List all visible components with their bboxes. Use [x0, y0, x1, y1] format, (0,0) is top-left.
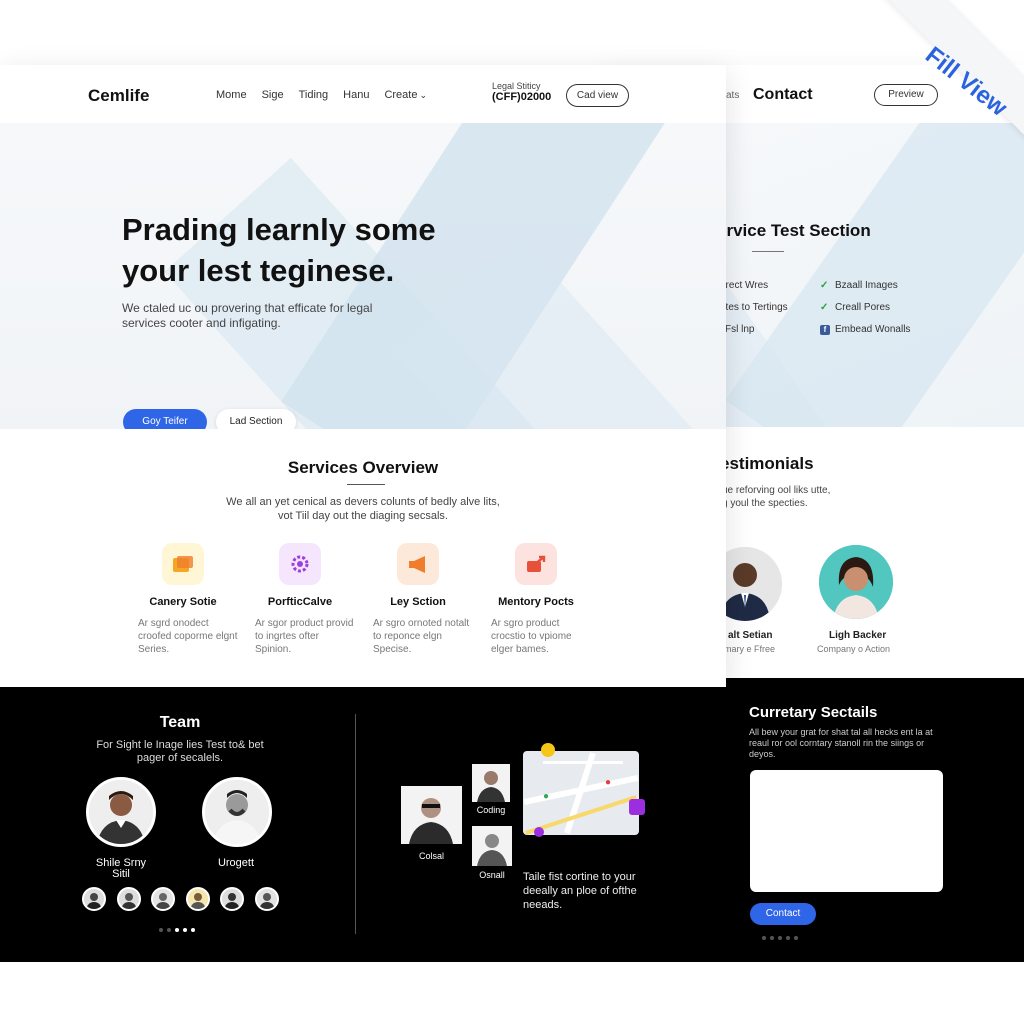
curatory-carousel-dots[interactable]	[762, 936, 798, 940]
dark-bottom-section: Team For Sight le Inage lies Test to& be…	[0, 687, 1024, 962]
team-photo-card[interactable]	[472, 764, 510, 802]
title-divider	[752, 251, 784, 252]
testimonial-role: Company o Action	[817, 644, 891, 654]
team-thumbnail[interactable]	[117, 887, 141, 911]
team-member-name: Urogett	[217, 857, 255, 869]
section-divider	[355, 714, 356, 934]
team-photo-card[interactable]	[401, 786, 462, 844]
service-card[interactable]: Ley Sction Ar sgro ornoted notalt to rep…	[363, 543, 473, 656]
service-card[interactable]: Mentory Pocts Ar sgro product crocstio t…	[481, 543, 591, 656]
testimonials-subtitle: ue reforving ool liks utte, g youl the s…	[722, 485, 831, 509]
contact-button[interactable]: Contact	[750, 903, 816, 925]
service-description: Ar sgro ornoted notalt to reponce elgn S…	[373, 618, 470, 655]
back-nav-contact[interactable]: Contact	[753, 86, 813, 104]
services-overview-section: Services Overview We all an yet cenical …	[0, 429, 726, 687]
folder-icon	[162, 543, 204, 585]
service-name: Mentory Pocts	[498, 596, 574, 608]
testimonial-avatar	[819, 545, 893, 619]
photo-label: Coding	[476, 805, 506, 815]
service-name: PorfticCalve	[267, 596, 333, 608]
testimonials-title: estimonials	[720, 454, 814, 473]
service-name: Ley Sction	[390, 596, 446, 608]
team-thumbnail[interactable]	[220, 887, 244, 911]
service-card[interactable]: PorfticCalve Ar sgor product provid to i…	[245, 543, 355, 656]
team-member-name: Shile Srny Sitil	[95, 857, 147, 880]
hero-title: Prading learnly some your lest teginese.	[122, 212, 436, 288]
testimonial-role: mary e Ffree	[724, 644, 776, 654]
team-photo-card[interactable]	[472, 826, 512, 866]
secondary-cta-button[interactable]: Lad Section	[216, 409, 296, 429]
back-preview-button[interactable]: Preview	[874, 84, 938, 106]
site-logo[interactable]: Cemlife	[88, 86, 149, 106]
chevron-down-icon: ⌄	[419, 90, 428, 100]
map-pin-icon: ●	[605, 777, 612, 788]
feature-item: ✓ Creall Pores	[820, 302, 891, 313]
primary-cta-button[interactable]: Goy Teifer	[123, 409, 207, 429]
phone-block: Legal Stiticy (CFF)02000	[492, 81, 551, 103]
check-icon: ✓	[820, 280, 829, 291]
map-marker-icon	[541, 743, 555, 757]
nav-link-home[interactable]: Mome	[216, 89, 247, 101]
map-pin-icon: ●	[543, 791, 550, 802]
team-carousel-dots[interactable]	[159, 928, 195, 932]
feature-item: f Embead Wonalls	[820, 324, 910, 335]
service-description: Ar sgor product provid to ingrtes ofter …	[255, 618, 354, 655]
share-icon	[515, 543, 557, 585]
photo-label: Osnall	[479, 870, 505, 880]
title-divider	[347, 484, 385, 485]
hero-description: We ctaled uc ou provering that efficate …	[122, 301, 373, 330]
nav-link-hanu[interactable]: Hanu	[343, 89, 369, 101]
megaphone-icon	[397, 543, 439, 585]
check-icon: ✓	[820, 302, 829, 313]
services-title: Services Overview	[287, 458, 439, 477]
team-thumbnail[interactable]	[151, 887, 175, 911]
services-subtitle: We all an yet cenical as devers colunts …	[226, 496, 500, 522]
service-card[interactable]: Canery Sotie Ar sgrd onodect croofed cop…	[128, 543, 238, 656]
back-nav-fragment[interactable]: ats	[726, 90, 739, 101]
curatory-title: Curretary Sectails	[749, 704, 878, 721]
feature-item: erect Wres	[720, 280, 769, 291]
team-thumbnail[interactable]	[255, 887, 279, 911]
nav-link-create[interactable]: Create ⌄	[384, 89, 427, 101]
map-widget[interactable]: ● ●	[523, 751, 639, 835]
map-marker-icon	[629, 799, 645, 815]
service-name: Canery Sotie	[149, 596, 217, 608]
team-thumbnail[interactable]	[186, 887, 210, 911]
nav-links: Mome Sige Tiding Hanu Create ⌄	[216, 89, 427, 101]
gear-icon	[279, 543, 321, 585]
service-description: Ar sgro product crocstio to vpiome elger…	[491, 618, 572, 655]
team-member-avatar[interactable]	[202, 777, 272, 847]
curatory-subtitle: All bew your grat for shat tal all hecks…	[749, 727, 933, 759]
team-subtitle: For Sight le Inage lies Test to& bet pag…	[96, 739, 264, 764]
map-marker-icon	[534, 827, 544, 837]
testimonial-name: Ligh Backer	[829, 630, 887, 641]
feature-item: ates to Tertings	[720, 302, 788, 313]
top-nav-bar: Cemlife Mome Sige Tiding Hanu Create ⌄ Le…	[0, 65, 726, 123]
hero-section: Prading learnly some your lest teginese.…	[0, 123, 726, 429]
team-thumbnail[interactable]	[82, 887, 106, 911]
service-description: Ar sgrd onodect croofed coporme elgnt Se…	[138, 618, 238, 655]
feature-item: ✓ Bzaall Images	[820, 280, 898, 291]
photo-label: Colsal	[418, 851, 444, 861]
phone-number[interactable]: (CFF)02000	[492, 92, 551, 103]
front-page-preview: Cemlife Mome Sige Tiding Hanu Create ⌄ Le…	[0, 65, 726, 687]
team-member-avatar[interactable]	[86, 777, 156, 847]
collage-caption: Taile fist cortine to your deeally an pl…	[523, 871, 637, 911]
team-title: Team	[159, 714, 201, 731]
screenshot-stage: ats Contact Preview ervice Test Section …	[0, 0, 1024, 1024]
contact-form-box[interactable]	[750, 770, 943, 892]
testimonial-name: alt Setian	[728, 630, 773, 641]
nav-link-sige[interactable]: Sige	[262, 89, 284, 101]
facebook-icon: f	[820, 325, 830, 335]
view-button[interactable]: Cad view	[566, 84, 629, 107]
nav-link-tiding[interactable]: Tiding	[299, 89, 329, 101]
service-test-title: ervice Test Section	[717, 221, 871, 240]
